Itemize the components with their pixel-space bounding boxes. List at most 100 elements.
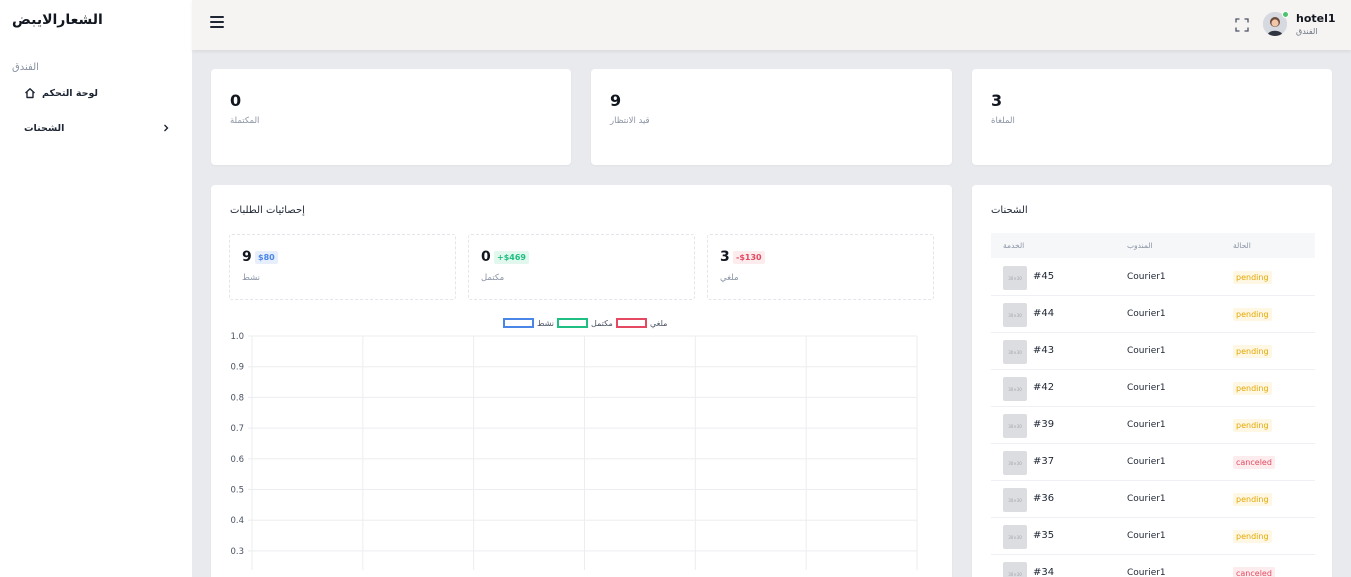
courier-name: Courier1 — [1127, 309, 1166, 319]
shipment-thumbnail: 30×30 — [1003, 340, 1027, 364]
table-row[interactable]: 30×30 #37 Courier1 canceled — [991, 444, 1315, 481]
y-tick-label: 0.5 — [230, 486, 244, 496]
shipment-id[interactable]: #45 — [1033, 271, 1054, 282]
stat-label: قيد الانتظار — [610, 116, 650, 126]
sidebar-section-label: الفندق — [12, 62, 39, 73]
courier-name: Courier1 — [1127, 383, 1166, 393]
column-header-status: الحالة — [1233, 241, 1251, 250]
shipment-thumbnail: 30×30 — [1003, 525, 1027, 549]
status-badge: pending — [1233, 345, 1272, 358]
shipment-id[interactable]: #36 — [1033, 493, 1054, 504]
top-header: hotel1 الفندق — [192, 0, 1351, 50]
shipment-id[interactable]: #42 — [1033, 382, 1054, 393]
table-header: الخدمة المندوب الحالة — [991, 233, 1315, 258]
shipment-thumbnail: 30×30 — [1003, 562, 1027, 577]
panel-title: إحصائيات الطلبات — [230, 205, 305, 216]
shipment-id[interactable]: #43 — [1033, 345, 1054, 356]
summary-label: نشط — [242, 273, 261, 283]
y-tick-label: 1.0 — [230, 332, 244, 342]
shipments-panel: الشحنات الخدمة المندوب الحالة 30×30 #45 Co… — [972, 185, 1332, 577]
summary-canceled: 3 -$130 ملغي — [707, 234, 934, 300]
user-name[interactable]: hotel1 — [1296, 12, 1336, 25]
status-badge: pending — [1233, 419, 1272, 432]
summary-label: ملغي — [720, 273, 739, 283]
shipment-thumbnail: 30×30 — [1003, 303, 1027, 327]
sidebar-item-shipments[interactable]: الشحنات — [24, 120, 170, 136]
legend-swatch — [557, 318, 588, 328]
orders-statistics-panel: إحصائيات الطلبات 9 $80 نشط 0 +$469 مكتمل… — [211, 185, 952, 577]
legend-swatch — [616, 318, 647, 328]
shipment-id[interactable]: #34 — [1033, 567, 1054, 577]
summary-value: 3 — [720, 249, 730, 265]
stat-card-canceled: 3 الملغاة — [972, 69, 1332, 165]
table-row[interactable]: 30×30 #36 Courier1 pending — [991, 481, 1315, 518]
table-row[interactable]: 30×30 #39 Courier1 pending — [991, 407, 1315, 444]
y-tick-label: 0.6 — [230, 455, 244, 465]
courier-name: Courier1 — [1127, 568, 1166, 577]
status-badge: pending — [1233, 493, 1272, 506]
y-tick-label: 0.3 — [230, 547, 244, 557]
status-badge: pending — [1233, 308, 1272, 321]
y-tick-label: 0.7 — [230, 424, 244, 434]
legend-label: ملغي — [650, 318, 668, 328]
table-row[interactable]: 30×30 #34 Courier1 canceled — [991, 555, 1315, 577]
stat-card-completed: 0 المكتملة — [211, 69, 571, 165]
courier-name: Courier1 — [1127, 272, 1166, 282]
summary-label: مكتمل — [481, 273, 505, 283]
column-header-courier: المندوب — [1127, 241, 1153, 250]
legend-item-completed[interactable]: مكتمل — [554, 318, 613, 328]
stat-label: الملغاة — [991, 116, 1015, 126]
shipment-id[interactable]: #35 — [1033, 530, 1054, 541]
legend-label: مكتمل — [591, 318, 613, 328]
shipment-thumbnail: 30×30 — [1003, 266, 1027, 290]
legend-item-active[interactable]: نشط — [500, 318, 554, 328]
fullscreen-icon[interactable] — [1235, 17, 1249, 32]
shipment-thumbnail: 30×30 — [1003, 414, 1027, 438]
home-icon — [24, 87, 36, 99]
shipment-id[interactable]: #39 — [1033, 419, 1054, 430]
sidebar-item-label: الشحنات — [24, 122, 65, 134]
brand-logo-text[interactable]: الشعارالايبض — [12, 12, 103, 28]
menu-toggle-icon[interactable] — [210, 16, 224, 30]
summary-value: 9 — [242, 249, 252, 265]
table-row[interactable]: 30×30 #43 Courier1 pending — [991, 333, 1315, 370]
y-tick-label: 0.9 — [230, 363, 244, 373]
table-row[interactable]: 30×30 #45 Courier1 pending — [991, 259, 1315, 296]
stat-value: 9 — [610, 91, 622, 110]
y-tick-label: 0.4 — [230, 516, 244, 526]
sidebar-item-dashboard[interactable]: لوحة التحكم — [24, 85, 98, 101]
legend-item-canceled[interactable]: ملغي — [613, 318, 667, 328]
summary-badge: -$130 — [733, 251, 765, 264]
table-row[interactable]: 30×30 #35 Courier1 pending — [991, 518, 1315, 555]
shipment-thumbnail: 30×30 — [1003, 377, 1027, 401]
summary-badge: $80 — [255, 251, 278, 264]
courier-name: Courier1 — [1127, 494, 1166, 504]
stat-label: المكتملة — [230, 116, 260, 126]
orders-line-chart: 1.0 0.9 0.8 0.7 0.6 0.5 0.4 0.3 — [230, 332, 918, 570]
summary-value: 0 — [481, 249, 491, 265]
user-role: الفندق — [1296, 27, 1318, 36]
y-tick-label: 0.8 — [230, 393, 244, 403]
status-badge: canceled — [1233, 567, 1275, 577]
stat-card-pending: 9 قيد الانتظار — [591, 69, 952, 165]
courier-name: Courier1 — [1127, 457, 1166, 467]
status-badge: pending — [1233, 271, 1272, 284]
stat-value: 0 — [230, 91, 242, 110]
column-header-service: الخدمة — [1003, 241, 1025, 250]
courier-name: Courier1 — [1127, 420, 1166, 430]
shipment-id[interactable]: #37 — [1033, 456, 1054, 467]
stat-value: 3 — [991, 91, 1003, 110]
summary-completed: 0 +$469 مكتمل — [468, 234, 695, 300]
status-badge: pending — [1233, 530, 1272, 543]
shipment-id[interactable]: #44 — [1033, 308, 1054, 319]
summary-active: 9 $80 نشط — [229, 234, 456, 300]
shipment-thumbnail: 30×30 — [1003, 451, 1027, 475]
legend-swatch — [503, 318, 534, 328]
courier-name: Courier1 — [1127, 531, 1166, 541]
status-badge: canceled — [1233, 456, 1275, 469]
courier-name: Courier1 — [1127, 346, 1166, 356]
table-row[interactable]: 30×30 #44 Courier1 pending — [991, 296, 1315, 333]
sidebar: الشعارالايبض الفندق لوحة التحكم الشحنات — [0, 0, 192, 577]
table-row[interactable]: 30×30 #42 Courier1 pending — [991, 370, 1315, 407]
legend-label: نشط — [537, 318, 554, 328]
